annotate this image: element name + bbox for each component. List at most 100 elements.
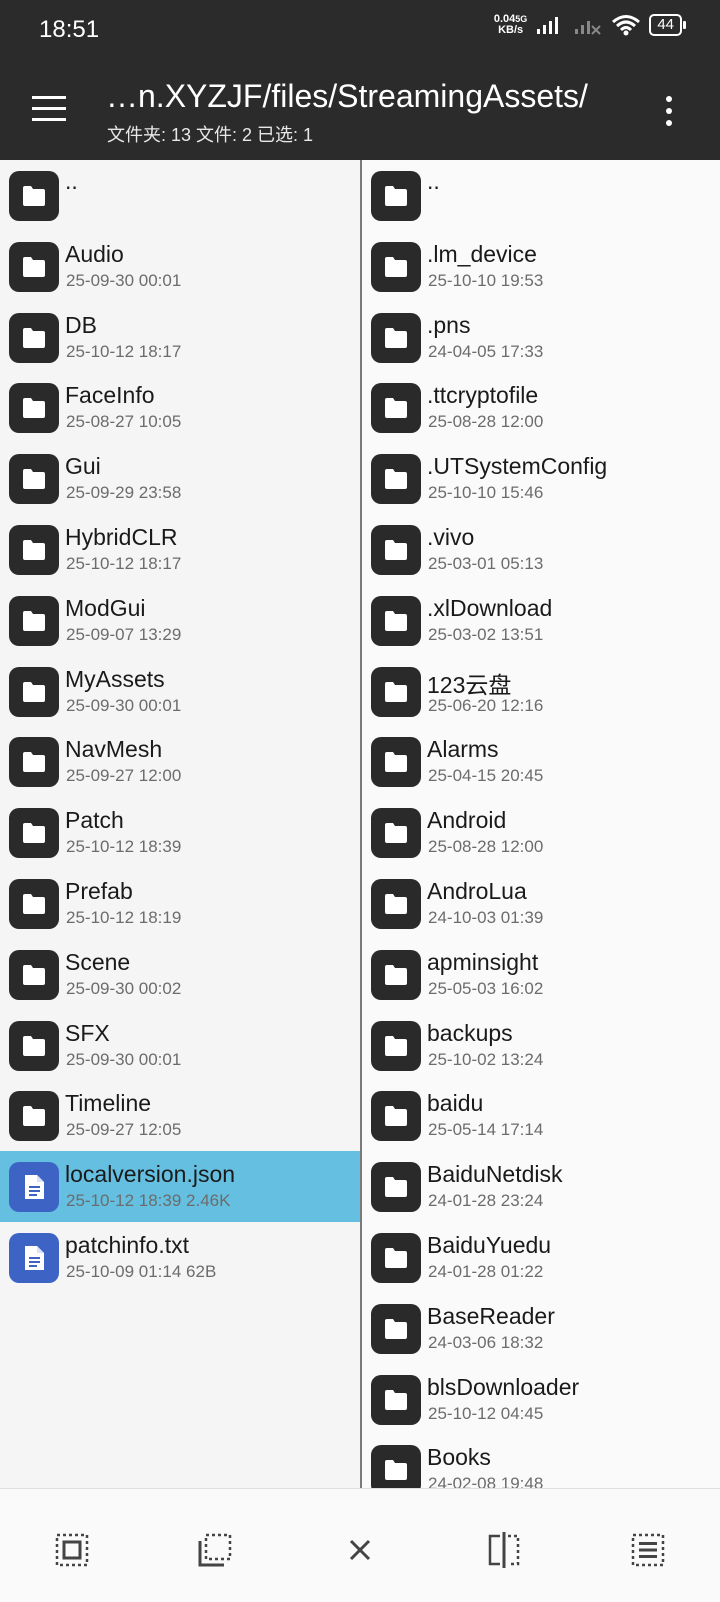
item-name: backups	[427, 1019, 513, 1046]
file-icon	[9, 1162, 59, 1213]
item-meta: 24-03-06 18:32	[428, 1332, 544, 1352]
list-item[interactable]: .xlDownload 25-03-02 13:51	[362, 585, 720, 656]
folder-icon	[371, 595, 421, 646]
item-meta: 25-10-09 01:14 62B	[66, 1261, 217, 1281]
item-name: ..	[65, 168, 78, 194]
cancel-selection-button[interactable]	[342, 1532, 378, 1568]
parent-directory-item[interactable]: ..	[0, 160, 360, 231]
bottom-toolbar	[0, 1488, 720, 1602]
folder-icon	[371, 949, 421, 1000]
list-item[interactable]: AndroLua 24-10-03 01:39	[362, 868, 720, 939]
item-meta: 25-04-15 20:45	[428, 766, 544, 786]
folder-icon	[371, 1232, 421, 1283]
item-meta: 25-09-30 00:02	[66, 978, 182, 998]
parent-directory-item[interactable]: ..	[362, 160, 720, 231]
list-item[interactable]: BaiduNetdisk 24-01-28 23:24	[362, 1151, 720, 1222]
list-item[interactable]: BaseReader 24-03-06 18:32	[362, 1293, 720, 1364]
list-item[interactable]: backups 25-10-02 13:24	[362, 1010, 720, 1081]
folder-icon	[371, 383, 421, 434]
folder-icon	[9, 383, 59, 434]
battery-indicator: 44	[649, 14, 686, 36]
item-meta: 25-09-27 12:00	[66, 766, 182, 786]
folder-icon	[9, 1091, 59, 1142]
left-pane[interactable]: .. Audio 25-09-30 00:01 DB 25-10-12 18:17 Fac…	[0, 160, 360, 1488]
item-meta: 24-04-05 17:33	[428, 341, 544, 361]
folder-icon	[9, 666, 59, 717]
current-path[interactable]: …n.XYZJF/files/StreamingAssets/	[106, 78, 588, 115]
item-meta: 25-10-10 15:46	[428, 483, 544, 503]
folder-icon	[9, 312, 59, 363]
list-item[interactable]: .ttcryptofile 25-08-28 12:00	[362, 372, 720, 443]
folder-icon	[371, 1091, 421, 1142]
item-meta: 25-09-29 23:58	[66, 483, 182, 503]
folder-icon	[371, 808, 421, 859]
item-meta: 25-09-30 00:01	[66, 1049, 182, 1069]
list-item[interactable]: baidu 25-05-14 17:14	[362, 1080, 720, 1151]
item-name: SFX	[65, 1019, 110, 1046]
list-item[interactable]: .UTSystemConfig 25-10-10 15:46	[362, 443, 720, 514]
item-name: AndroLua	[427, 877, 527, 904]
list-item[interactable]: DB 25-10-12 18:17	[0, 302, 360, 373]
folder-icon	[371, 1020, 421, 1071]
list-item[interactable]: localversion.json 25-10-12 18:39 2.46K	[0, 1151, 360, 1222]
item-meta: 25-05-03 16:02	[428, 978, 544, 998]
menu-button[interactable]	[32, 96, 66, 122]
list-item[interactable]: .lm_device 25-10-10 19:53	[362, 231, 720, 302]
list-item[interactable]: blsDownloader 25-10-12 04:45	[362, 1364, 720, 1435]
select-range-button[interactable]	[197, 1532, 233, 1568]
list-item[interactable]: Gui 25-09-29 23:58	[0, 443, 360, 514]
item-name: apminsight	[427, 948, 539, 975]
list-item[interactable]: MyAssets 25-09-30 00:01	[0, 656, 360, 727]
network-type: 5G	[515, 14, 528, 24]
folder-icon	[371, 454, 421, 505]
list-item[interactable]: BaiduYuedu 24-01-28 01:22	[362, 1222, 720, 1293]
list-item[interactable]: HybridCLR 25-10-12 18:17	[0, 514, 360, 585]
wifi-icon	[612, 15, 641, 36]
item-name: ModGui	[65, 594, 146, 621]
list-item[interactable]: Audio 25-09-30 00:01	[0, 231, 360, 302]
folder-icon	[371, 737, 421, 788]
list-item[interactable]: Patch 25-10-12 18:39	[0, 797, 360, 868]
item-meta: 25-05-14 17:14	[428, 1120, 544, 1140]
list-item[interactable]: .pns 24-04-05 17:33	[362, 302, 720, 373]
list-view-button[interactable]	[630, 1532, 666, 1568]
list-item[interactable]: patchinfo.txt 25-10-09 01:14 62B	[0, 1222, 360, 1293]
item-name: Scene	[65, 948, 131, 975]
list-item[interactable]: Prefab 25-10-12 18:19	[0, 868, 360, 939]
item-name: Patch	[65, 807, 124, 834]
item-name: baidu	[427, 1090, 484, 1117]
select-all-icon	[55, 1533, 89, 1567]
folder-icon	[9, 241, 59, 292]
item-meta: 25-10-10 19:53	[428, 270, 544, 290]
split-view-button[interactable]	[486, 1532, 522, 1568]
list-item[interactable]: FaceInfo 25-08-27 10:05	[0, 372, 360, 443]
list-item[interactable]: apminsight 25-05-03 16:02	[362, 939, 720, 1010]
item-meta: 25-09-27 12:05	[66, 1120, 182, 1140]
folder-icon	[9, 171, 59, 221]
item-name: DB	[65, 311, 97, 338]
item-name: HybridCLR	[65, 523, 178, 550]
folder-icon	[9, 595, 59, 646]
folder-icon	[371, 1303, 421, 1354]
list-item[interactable]: NavMesh 25-09-27 12:00	[0, 726, 360, 797]
item-name: FaceInfo	[65, 382, 155, 409]
folder-icon	[371, 1445, 421, 1488]
item-meta: 25-03-01 05:13	[428, 553, 544, 573]
list-item[interactable]: SFX 25-09-30 00:01	[0, 1010, 360, 1081]
list-item[interactable]: Books 24-02-08 19:48	[362, 1434, 720, 1488]
right-pane[interactable]: .. .lm_device 25-10-10 19:53 .pns 24-04-05 1…	[362, 160, 720, 1488]
list-item[interactable]: ModGui 25-09-07 13:29	[0, 585, 360, 656]
list-item[interactable]: 123云盘 25-06-20 12:16	[362, 656, 720, 727]
select-all-button[interactable]	[54, 1532, 90, 1568]
item-meta: 25-10-12 18:39 2.46K	[66, 1191, 231, 1211]
more-options-button[interactable]	[666, 96, 674, 132]
list-item[interactable]: Android 25-08-28 12:00	[362, 797, 720, 868]
list-item[interactable]: Scene 25-09-30 00:02	[0, 939, 360, 1010]
item-name: .xlDownload	[427, 594, 553, 621]
folder-icon	[371, 171, 421, 221]
list-item[interactable]: .vivo 25-03-01 05:13	[362, 514, 720, 585]
item-meta: 25-09-30 00:01	[66, 695, 182, 715]
item-name: blsDownloader	[427, 1373, 580, 1400]
list-item[interactable]: Timeline 25-09-27 12:05	[0, 1080, 360, 1151]
list-item[interactable]: Alarms 25-04-15 20:45	[362, 726, 720, 797]
